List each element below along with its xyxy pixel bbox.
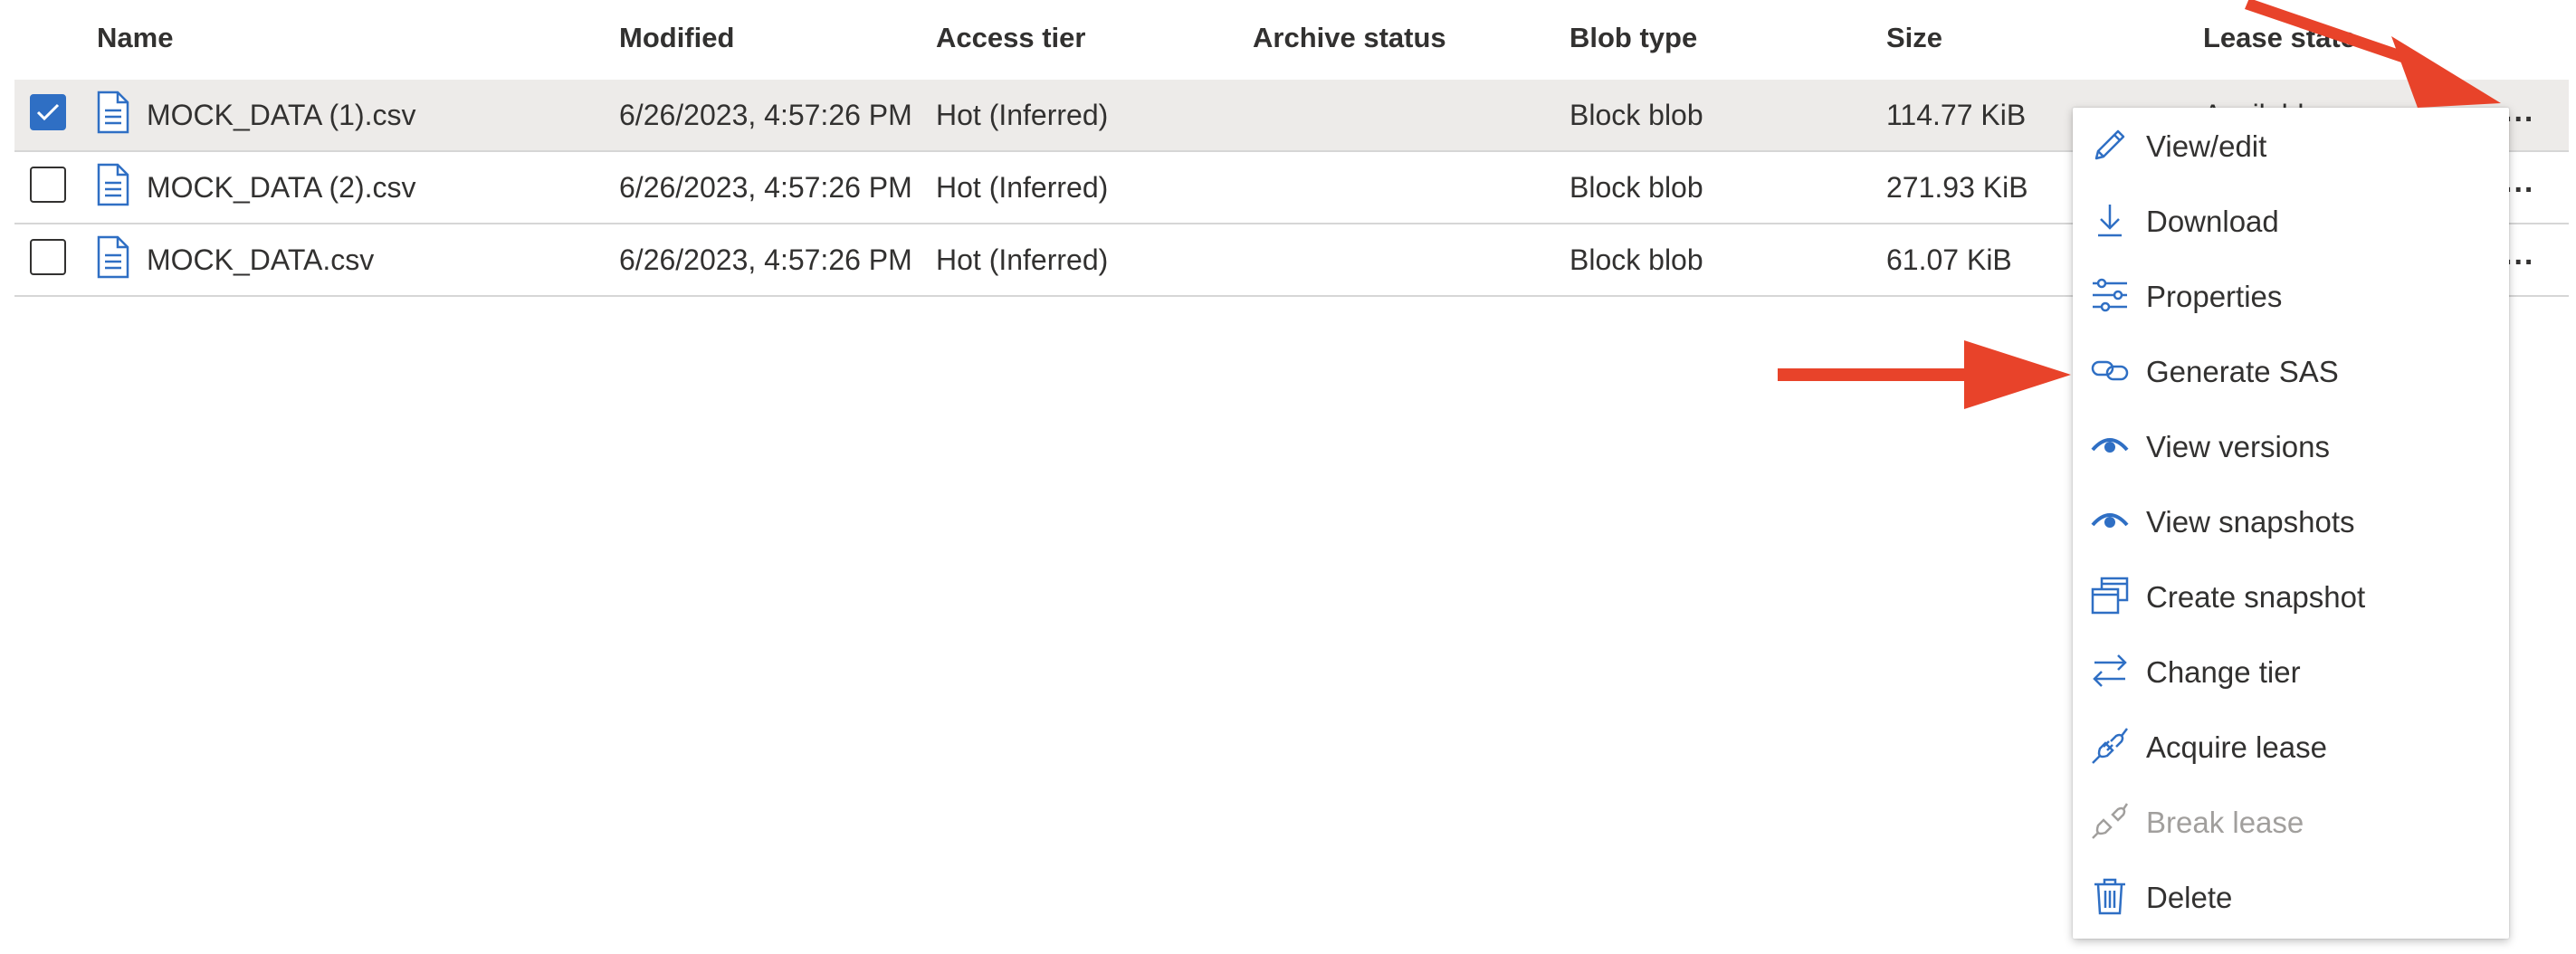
access-tier-cell: Hot (Inferred) [936, 243, 1109, 276]
menu-item-generate-sas[interactable]: Generate SAS [2073, 333, 2509, 408]
eye-icon [2091, 438, 2129, 453]
menu-item-label: Acquire lease [2146, 730, 2327, 764]
size-cell: 271.93 KiB [1886, 171, 2028, 204]
blob-name[interactable]: MOCK_DATA.csv [147, 243, 374, 277]
checkmark-icon [36, 103, 60, 121]
annotation-arrow-icon [1778, 340, 2071, 409]
menu-item-label: View snapshots [2146, 505, 2355, 539]
menu-item-create-snapshot[interactable]: Create snapshot [2073, 558, 2509, 634]
sliders-icon [2093, 278, 2127, 312]
blob-name[interactable]: MOCK_DATA (1).csv [147, 99, 416, 132]
context-menu: View/edit Download Properties Generate S… [2073, 108, 2509, 939]
column-header-modified[interactable]: Modified [619, 22, 734, 54]
menu-item-download[interactable]: Download [2073, 183, 2509, 258]
blob-type-cell: Block blob [1569, 171, 1703, 204]
file-icon [97, 91, 129, 134]
menu-item-change-tier[interactable]: Change tier [2073, 634, 2509, 709]
menu-item-acquire-lease[interactable]: Acquire lease [2073, 709, 2509, 784]
column-header-access-tier[interactable]: Access tier [936, 22, 1085, 54]
plug-icon [2092, 803, 2129, 839]
download-icon [2098, 205, 2122, 237]
size-cell: 114.77 KiB [1886, 99, 2027, 131]
menu-item-label: Generate SAS [2146, 355, 2339, 388]
menu-item-properties[interactable]: Properties [2073, 258, 2509, 333]
column-header-archive-status[interactable]: Archive status [1253, 22, 1446, 54]
column-header-blob-type[interactable]: Blob type [1569, 22, 1697, 54]
plug-icon [2092, 728, 2128, 764]
menu-item-label: Break lease [2146, 806, 2304, 839]
blob-type-cell: Block blob [1569, 99, 1703, 131]
menu-item-view-snapshots[interactable]: View snapshots [2073, 483, 2509, 558]
link-icon [2091, 360, 2129, 381]
blob-name[interactable]: MOCK_DATA (2).csv [147, 171, 416, 205]
menu-item-label: View versions [2146, 430, 2330, 463]
menu-item-view-edit[interactable]: View/edit [2073, 108, 2509, 183]
row-checkbox[interactable] [30, 239, 66, 275]
menu-item-label: Download [2146, 205, 2279, 238]
eye-icon [2091, 513, 2129, 528]
size-cell: 61.07 KiB [1886, 243, 2012, 276]
access-tier-cell: Hot (Inferred) [936, 99, 1109, 131]
blob-type-cell: Block blob [1569, 243, 1703, 276]
modified-cell: 6/26/2023, 4:57:26 PM [619, 99, 912, 131]
access-tier-cell: Hot (Inferred) [936, 171, 1109, 204]
menu-item-label: Properties [2146, 280, 2283, 313]
swap-arrows-icon [2093, 654, 2127, 687]
modified-cell: 6/26/2023, 4:57:26 PM [619, 243, 912, 276]
annotation-arrow-icon [2245, 0, 2501, 108]
row-checkbox[interactable] [30, 94, 66, 130]
menu-item-view-versions[interactable]: View versions [2073, 408, 2509, 483]
menu-item-label: Delete [2146, 881, 2233, 914]
menu-item-break-lease: Break lease [2073, 784, 2509, 859]
column-header-size[interactable]: Size [1886, 22, 1942, 54]
menu-item-delete[interactable]: Delete [2073, 859, 2509, 934]
menu-item-label: Create snapshot [2146, 580, 2366, 614]
menu-item-label: Change tier [2146, 655, 2301, 689]
file-icon [97, 163, 129, 206]
file-icon [97, 235, 129, 279]
row-checkbox[interactable] [30, 167, 66, 203]
column-header-name[interactable]: Name [97, 22, 173, 54]
pencil-icon [2094, 129, 2125, 160]
modified-cell: 6/26/2023, 4:57:26 PM [619, 171, 912, 204]
trash-icon [2094, 878, 2125, 915]
menu-item-label: View/edit [2146, 129, 2267, 163]
snapshot-icon [2091, 577, 2129, 615]
table-header: Name Modified Access tier Archive status… [0, 0, 2576, 78]
